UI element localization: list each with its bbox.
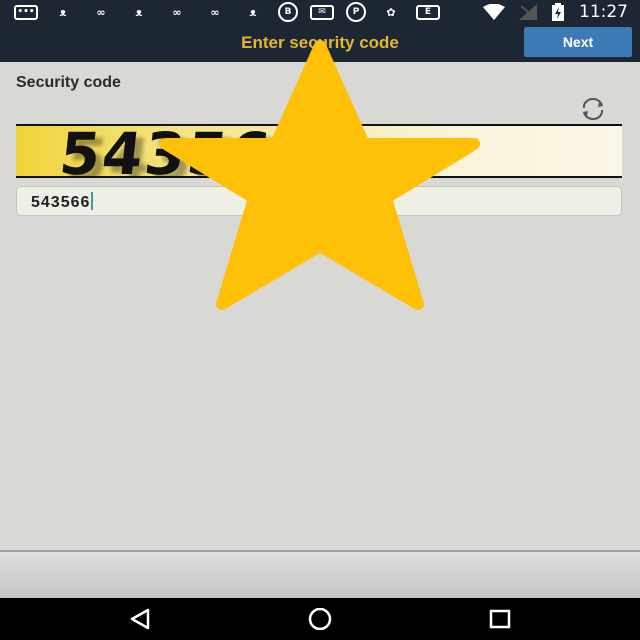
back-icon xyxy=(130,608,150,630)
star-icon xyxy=(160,40,480,310)
home-icon xyxy=(308,608,332,630)
battery-charging-icon xyxy=(552,3,564,21)
recents-icon xyxy=(489,609,511,629)
chat-bubble-icon: ••• xyxy=(14,4,38,20)
clock: 11:27 xyxy=(579,2,628,22)
bottom-action-bar[interactable] xyxy=(0,550,640,600)
system-icons: 11:27 xyxy=(483,2,628,22)
infinity-icon: ∞ xyxy=(96,5,106,19)
b-circle-icon: B xyxy=(278,2,298,22)
security-code-label: Security code xyxy=(16,74,121,91)
cluster-icon: ✿ xyxy=(386,5,396,19)
security-code-value: 543566 xyxy=(31,192,94,212)
no-signal-icon xyxy=(519,4,537,20)
cat-face-icon: ᴥ xyxy=(249,5,257,19)
cat-face-icon: ᴥ xyxy=(135,5,143,19)
navigation-bar xyxy=(0,598,640,640)
infinity-icon: ∞ xyxy=(210,5,220,19)
notification-icons: ••• ᴥ ∞ ᴥ ∞ ∞ ᴥ B ✉ P ✿ E xyxy=(14,2,440,22)
mail-icon: ✉ xyxy=(310,4,334,20)
text-caret xyxy=(91,192,94,210)
next-button[interactable]: Next xyxy=(524,27,632,57)
status-bar: ••• ᴥ ∞ ᴥ ∞ ∞ ᴥ B ✉ P ✿ E 11:27 xyxy=(0,0,640,24)
e-box-icon: E xyxy=(416,4,440,20)
wifi-icon xyxy=(483,4,505,20)
recents-button[interactable] xyxy=(480,606,520,632)
refresh-icon[interactable] xyxy=(578,98,608,120)
infinity-icon: ∞ xyxy=(172,5,182,19)
cat-face-icon: ᴥ xyxy=(59,5,67,19)
home-button[interactable] xyxy=(300,606,340,632)
pinterest-icon: P xyxy=(346,2,366,22)
back-button[interactable] xyxy=(120,606,160,632)
